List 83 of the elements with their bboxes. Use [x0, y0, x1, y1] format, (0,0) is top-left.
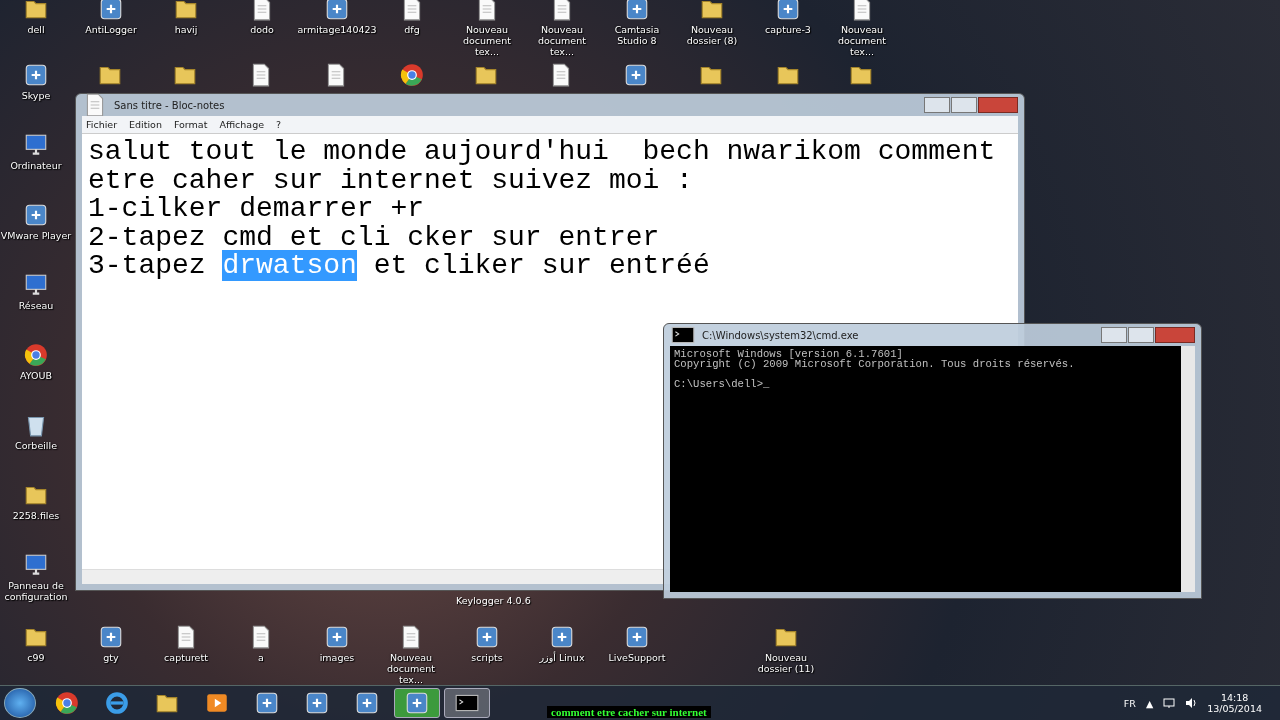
desktop-icon-label[interactable]: AYOUB	[20, 370, 52, 381]
console-output[interactable]: Microsoft Windows [version 6.1.7601] Copyright (c) 2009 Microsoft Corporation. Tous droits réservés. C:\Users\dell>_	[670, 346, 1195, 592]
desktop-icon-label[interactable]: Corbeille	[15, 440, 57, 451]
desktop-icon-label[interactable]: gty	[103, 652, 119, 663]
maximize-button[interactable]	[951, 97, 977, 113]
app-icon	[775, 0, 801, 22]
desktop-icon-label[interactable]: a	[258, 652, 264, 663]
browser-icon	[399, 62, 425, 88]
app-icon	[623, 62, 649, 88]
text-line: 1-cilker demarrer +r	[88, 195, 426, 224]
app-icon	[23, 202, 49, 228]
desktop-icon-label[interactable]: 2258.files	[12, 510, 60, 521]
minimize-button[interactable]	[1101, 327, 1127, 343]
menu-item[interactable]: Fichier	[86, 119, 118, 130]
desktop-icon-label[interactable]: dell	[27, 24, 45, 35]
taskbar-button[interactable]	[444, 688, 490, 718]
menu-item[interactable]: Affichage	[219, 119, 265, 130]
desktop-icon-label[interactable]: c99	[27, 652, 45, 663]
clock-date[interactable]: 13/05/2014	[1207, 703, 1262, 714]
browser-icon	[104, 690, 130, 716]
desktop-icon-label[interactable]: VMware Player	[0, 230, 72, 241]
window-title: C:\Windows\system32\cmd.exe	[702, 329, 860, 341]
desktop-icon-label[interactable]: havij	[174, 24, 198, 35]
speaker-icon[interactable]	[1185, 697, 1198, 709]
monitor-icon	[23, 552, 49, 578]
browser-icon	[23, 342, 49, 368]
desktop-icon-label[interactable]: dodo	[250, 24, 274, 35]
text-line: 3-tapez drwatson et cliker sur entréé	[88, 252, 711, 281]
app-icon	[624, 624, 650, 650]
window-title: Sans titre - Bloc-notes	[114, 99, 226, 111]
vertical-scrollbar[interactable]	[1181, 346, 1195, 592]
desktop-icon-label[interactable]: capturett	[164, 652, 208, 663]
desktop-icon-label[interactable]: Skype	[21, 90, 51, 101]
app-icon	[23, 62, 49, 88]
desktop-icon-label[interactable]: Camtasia Studio 8	[600, 24, 674, 46]
text-line: 2-tapez cmd et cli cker sur entrer	[88, 223, 661, 252]
desktop-icon-label[interactable]: Keylogger 4.0.6	[456, 595, 531, 606]
show-hidden-icons-button[interactable]: ▲	[1145, 697, 1154, 709]
desktop-icon-label[interactable]: Nouveau document tex...	[374, 652, 448, 685]
app-icon	[404, 690, 430, 716]
desktop-icon-label[interactable]: أوزر Linux	[539, 652, 585, 663]
app-icon	[549, 624, 575, 650]
desktop-icon-label[interactable]: Ordinateur	[10, 160, 62, 171]
desktop-icon-label[interactable]: Nouveau document tex...	[825, 24, 899, 57]
app-icon	[324, 624, 350, 650]
desktop-icon-label[interactable]: Panneau de configuration	[0, 580, 73, 602]
desktop-icon-label[interactable]: dfg	[404, 24, 420, 35]
desktop-icon-label[interactable]: images	[319, 652, 355, 663]
app-icon	[98, 624, 124, 650]
menu-item[interactable]: Format	[173, 119, 208, 130]
desktop-icon-label[interactable]: Nouveau document tex...	[450, 24, 524, 57]
desktop-icon-label[interactable]: Nouveau document tex...	[525, 24, 599, 57]
desktop-icon-label[interactable]: AntiLogger	[85, 24, 137, 35]
browser-icon	[54, 690, 80, 716]
menu-item[interactable]: Edition	[129, 119, 162, 130]
app-icon	[324, 0, 350, 22]
app-icon	[304, 690, 330, 716]
monitor-icon	[23, 132, 49, 158]
clock-time[interactable]: 14:18	[1220, 692, 1249, 703]
menu-item[interactable]: ?	[276, 119, 282, 130]
desktop-icon-label[interactable]: armitage140423	[297, 24, 377, 35]
app-icon	[474, 624, 500, 650]
monitor-icon	[23, 272, 49, 298]
console-line: Microsoft Windows [version 6.1.7601]	[674, 349, 903, 359]
text-line: salut tout le monde aujourd'hui bech nwarikom comment	[88, 138, 997, 167]
network-icon[interactable]	[1163, 697, 1176, 709]
console-prompt: C:\Users\dell>_	[674, 379, 771, 389]
app-icon	[624, 0, 650, 22]
app-icon	[254, 690, 280, 716]
desktop-icon-label[interactable]: capture-3	[765, 24, 811, 35]
desktop-icon-label[interactable]: Nouveau dossier (11)	[749, 652, 823, 674]
app-icon	[354, 690, 380, 716]
language-indicator[interactable]: FR	[1123, 697, 1136, 709]
start-button[interactable]	[4, 688, 36, 718]
desktop-icon-label[interactable]: LiveSupport	[608, 652, 666, 663]
minimize-button[interactable]	[924, 97, 950, 113]
text-line: etre caher sur internet suivez moi :	[88, 166, 694, 195]
desktop-icon-label[interactable]: scripts	[471, 652, 503, 663]
desktop-icon-label[interactable]: Nouveau dossier (8)	[675, 24, 749, 46]
desktop-icon-label[interactable]: Réseau	[18, 300, 54, 311]
maximize-button[interactable]	[1128, 327, 1154, 343]
app-icon	[98, 0, 124, 22]
video-caption: comment etre cacher sur internet	[547, 706, 711, 718]
